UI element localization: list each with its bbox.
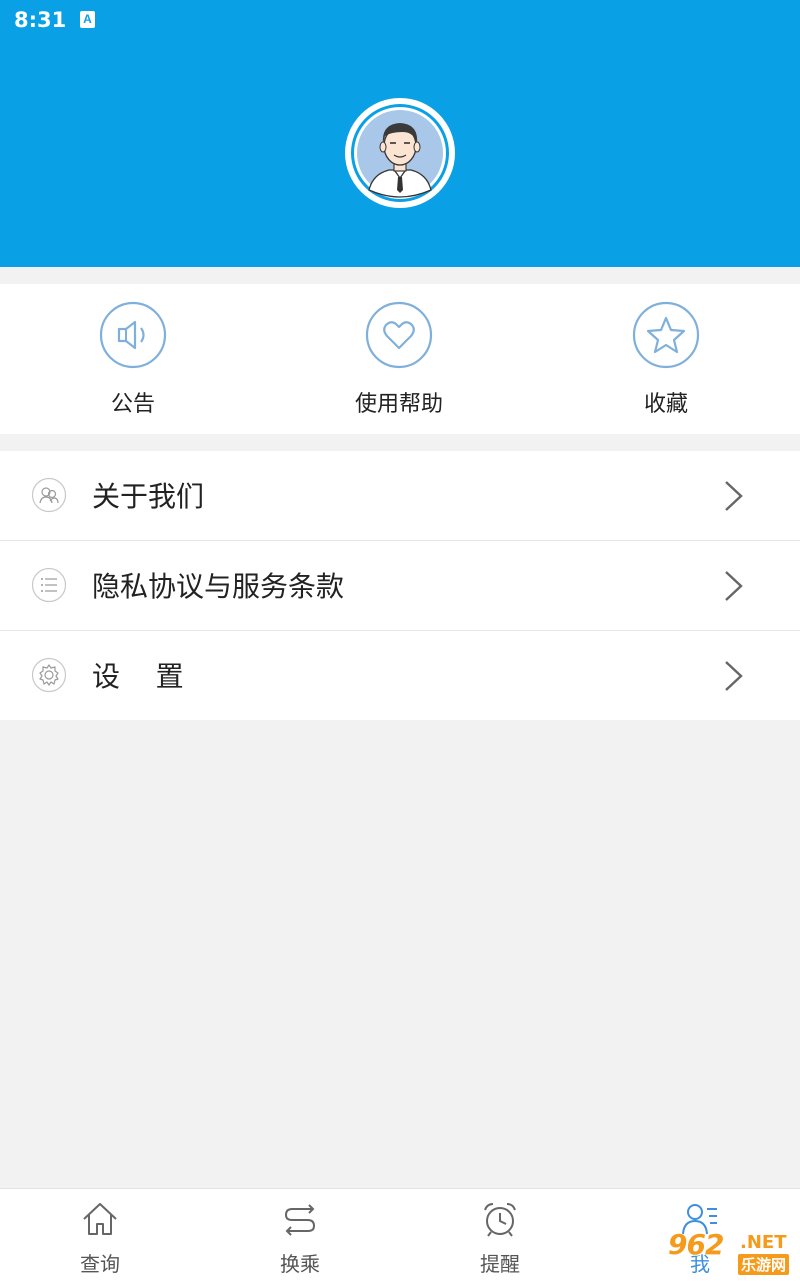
announcement-button[interactable]: 公告 (0, 284, 266, 434)
tab-label: 换乘 (280, 1252, 320, 1276)
quick-actions-panel: 公告 使用帮助 收藏 (0, 284, 800, 434)
list-icon (31, 567, 67, 603)
status-time: 8:31 (14, 8, 67, 32)
about-us-icon (31, 477, 67, 513)
watermark-main: 962 (668, 1228, 724, 1261)
favorites-button[interactable]: 收藏 (533, 284, 799, 434)
menu-item-label: 隐私协议与服务条款 (92, 570, 345, 603)
watermark-sub: 乐游网 (738, 1254, 790, 1275)
watermark-net: .NET (740, 1232, 787, 1253)
tab-transfer[interactable]: 换乘 (200, 1189, 400, 1281)
tab-label: 提醒 (480, 1252, 520, 1276)
home-icon (83, 1203, 117, 1235)
speaker-icon (99, 301, 167, 369)
transfer-icon (284, 1204, 316, 1236)
settings-menu: 关于我们 隐私协议与服务条款 设 置 (0, 451, 800, 720)
star-icon (632, 301, 700, 369)
announcement-label: 公告 (110, 392, 155, 417)
watermark-logo: 962 .NET 乐游网 (668, 1228, 796, 1276)
notification-indicator-icon: A (80, 11, 95, 28)
menu-item-privacy-terms[interactable]: 隐私协议与服务条款 (0, 541, 800, 631)
tab-query[interactable]: 查询 (0, 1189, 200, 1281)
chevron-right-icon (725, 571, 743, 601)
favorites-label: 收藏 (643, 392, 688, 417)
tab-reminder[interactable]: 提醒 (400, 1189, 600, 1281)
menu-item-settings[interactable]: 设 置 (0, 631, 800, 720)
menu-item-label: 关于我们 (92, 480, 205, 513)
help-label: 使用帮助 (354, 392, 443, 417)
alarm-clock-icon (484, 1203, 516, 1237)
menu-item-label: 设 置 (92, 660, 184, 693)
gear-icon (31, 657, 67, 693)
user-avatar-icon[interactable] (345, 98, 455, 208)
chevron-right-icon (725, 661, 743, 691)
chevron-right-icon (725, 481, 743, 511)
status-bar: 8:31 A (0, 0, 800, 42)
menu-item-about-us[interactable]: 关于我们 (0, 451, 800, 541)
tab-label: 查询 (80, 1252, 120, 1276)
profile-header: 8:31 A (0, 0, 800, 267)
help-button[interactable]: 使用帮助 (266, 284, 532, 434)
heart-icon (365, 301, 433, 369)
